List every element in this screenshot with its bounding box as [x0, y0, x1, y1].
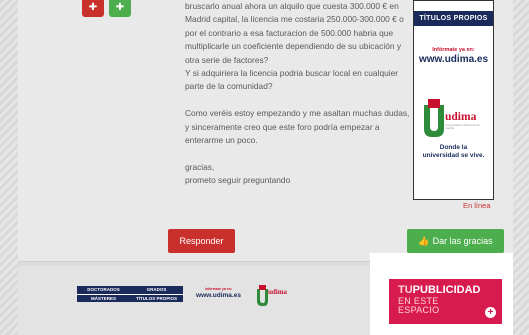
ad-slogan: Donde la universidad se vive. — [414, 144, 493, 160]
thumbs-up-icon: 👍 — [418, 236, 430, 246]
footer-ad-row: DOCTORADOS GRADOS — [77, 286, 183, 294]
footer-ad-cell: TÍTULOS PROPIOS — [135, 296, 177, 301]
online-status: En línea — [463, 201, 491, 210]
ad-slogan-line: universidad se vive. — [422, 152, 485, 159]
footer-ad-titles[interactable]: DOCTORADOS GRADOS MÁSTERES TÍTULOS PROPIOS — [77, 286, 183, 302]
footer-logo-text: udima — [268, 288, 288, 296]
ad-slogan-line: Donde la — [439, 144, 468, 151]
post-line: Como veréis estoy empezando y me asaltan… — [185, 108, 410, 119]
post-line: prometo seguir preguntando — [185, 175, 291, 186]
post-line: Y si adquiriera la licencia podria busca… — [185, 68, 399, 79]
ad-logo-subtitle: universidad a distancia de madrid — [445, 123, 480, 131]
post-line: y sinceramente creo que este foro podría… — [185, 121, 380, 132]
advertise-here-banner[interactable]: TUPUBLICIDAD EN ESTE ESPACIO + — [389, 279, 502, 324]
left-background-pattern — [0, 0, 18, 335]
post-line: enterarme un poco. — [185, 135, 258, 146]
post-line: parte de la comunidad? — [185, 81, 273, 92]
post-body: bruscarlo anual ahora un alquilo que cue… — [185, 0, 417, 188]
right-background-pattern — [513, 0, 529, 335]
share-icon: ✚ — [88, 2, 98, 13]
promo-line: ESPACIO — [398, 305, 440, 315]
post-line: otra serie de factores? — [185, 54, 269, 65]
footer-ad-info: Infórmate ya en: — [204, 287, 233, 291]
post-paragraph: bruscarlo anual ahora un alquilo que cue… — [185, 0, 417, 94]
post-line: Madrid capital, la licencia me costaria … — [185, 14, 404, 25]
promo-subtitle: EN ESTE ESPACIO — [398, 297, 439, 315]
footer-ad-cell: MÁSTERES — [90, 296, 116, 301]
post-paragraph: gracias, prometo seguir preguntando — [185, 161, 417, 188]
footer-ad-url[interactable]: www.udima.es — [196, 292, 241, 299]
ad-url: www.udima.es — [418, 54, 489, 65]
plus-icon[interactable]: + — [485, 307, 496, 318]
reply-button[interactable]: Responder — [168, 229, 235, 253]
ad-info-text: Infórmate ya en: — [432, 47, 475, 53]
thanks-label: Dar las gracias — [432, 236, 493, 246]
ad-logo-text: udima — [445, 111, 477, 123]
share-button-red[interactable]: ✚ — [82, 0, 104, 17]
post-line: gracias, — [185, 161, 215, 172]
promo-publicidad: PUBLICIDAD — [412, 284, 481, 296]
promo-title: TUPUBLICIDAD — [398, 284, 481, 296]
post-line: multiplicarle un coeficiente dependiendo… — [185, 41, 402, 52]
sidebar-ad[interactable]: TÍTULOS PROPIOS Infórmate ya en: www.udi… — [413, 0, 494, 200]
promo-tu: TU — [398, 284, 413, 296]
footer-ad-cell: DOCTORADOS — [87, 287, 120, 292]
footer-ad-cell: GRADOS — [146, 287, 167, 292]
share-button-green[interactable]: ✚ — [109, 0, 131, 17]
share-icon: ✚ — [115, 2, 125, 13]
footer-ad-row: MÁSTERES TÍTULOS PROPIOS — [77, 294, 183, 302]
ad-banner-title: TÍTULOS PROPIOS — [414, 11, 493, 26]
post-line: por el contrario a esa facturacion de 50… — [185, 27, 394, 38]
post-paragraph: Como veréis estoy empezando y me asaltan… — [185, 107, 417, 147]
post-line: bruscarlo anual ahora un alquilo que cue… — [185, 1, 399, 11]
thanks-button[interactable]: 👍 Dar las gracias — [407, 229, 504, 253]
